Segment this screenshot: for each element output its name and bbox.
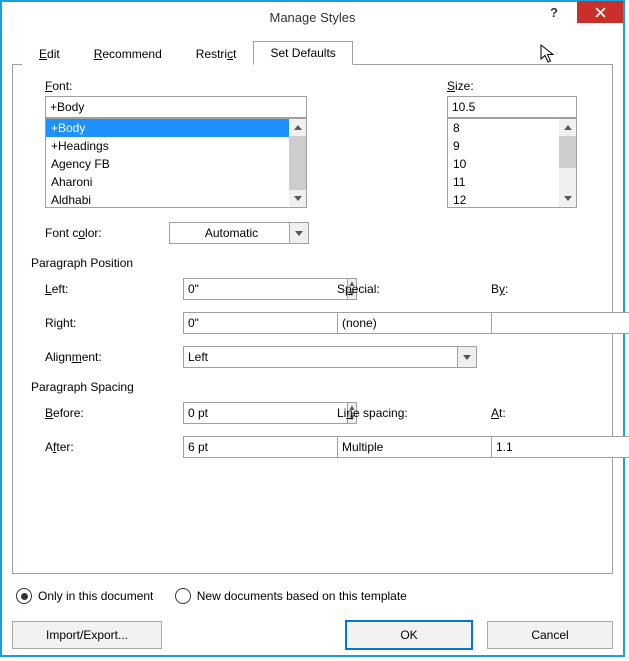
- radio-only-this-document[interactable]: Only in this document: [16, 588, 153, 604]
- font-option[interactable]: Aharoni: [46, 173, 289, 191]
- titlebar: Manage Styles ?: [2, 2, 623, 32]
- after-label: After:: [45, 440, 169, 454]
- close-icon: [595, 7, 606, 18]
- size-listbox[interactable]: 8 9 10 11 12: [447, 118, 577, 208]
- size-option[interactable]: 12: [448, 191, 559, 208]
- line-spacing-value[interactable]: [337, 436, 501, 458]
- left-label: Left:: [45, 282, 169, 296]
- size-option[interactable]: 8: [448, 119, 559, 137]
- after-spinner[interactable]: ▲▼: [183, 436, 323, 458]
- tab-set-defaults[interactable]: Set Defaults: [253, 41, 352, 65]
- content-area: Edit Recommend Restrict Set Defaults Fon…: [12, 38, 613, 645]
- font-input[interactable]: [45, 96, 307, 118]
- set-defaults-panel: Font: +Body +Headings Agency FB Aharoni …: [12, 64, 613, 574]
- font-label: Font:: [45, 79, 447, 93]
- size-option[interactable]: 10: [448, 155, 559, 173]
- ok-button[interactable]: OK: [345, 620, 473, 650]
- right-label: Right:: [45, 316, 169, 330]
- paragraph-position-label: Paragraph Position: [31, 256, 594, 270]
- radio-new-documents[interactable]: New documents based on this template: [175, 588, 407, 604]
- font-color-label: Font color:: [45, 226, 169, 240]
- manage-styles-dialog: Manage Styles ? Edit Recommend Restrict …: [0, 0, 625, 657]
- right-spinner[interactable]: ▲▼: [183, 312, 323, 334]
- special-dropdown[interactable]: [337, 312, 457, 334]
- font-color-dropdown[interactable]: Automatic: [169, 222, 309, 244]
- scope-group: Only in this document New documents base…: [16, 588, 613, 604]
- scroll-thumb[interactable]: [289, 136, 306, 192]
- font-option[interactable]: +Headings: [46, 137, 289, 155]
- font-option[interactable]: Agency FB: [46, 155, 289, 173]
- font-option[interactable]: Aldhabi: [46, 191, 289, 208]
- radio-dot-icon: [16, 588, 32, 604]
- tab-restrict[interactable]: Restrict: [179, 42, 254, 65]
- import-export-button[interactable]: Import/Export...: [12, 621, 162, 649]
- alignment-dropdown[interactable]: [183, 346, 477, 368]
- tab-bar: Edit Recommend Restrict Set Defaults: [22, 38, 613, 64]
- close-button[interactable]: [577, 1, 623, 23]
- radio-label: New documents based on this template: [197, 589, 407, 603]
- chevron-down-icon[interactable]: [457, 346, 477, 368]
- before-label: Before:: [45, 406, 169, 420]
- size-option[interactable]: 11: [448, 173, 559, 191]
- tab-recommend[interactable]: Recommend: [77, 42, 179, 65]
- paragraph-spacing-label: Paragraph Spacing: [31, 380, 594, 394]
- size-label: Size:: [447, 79, 577, 93]
- by-label: By:: [491, 282, 601, 296]
- alignment-value[interactable]: [183, 346, 457, 368]
- right-input[interactable]: [183, 312, 347, 334]
- chevron-down-icon[interactable]: [289, 222, 309, 244]
- at-label: At:: [491, 406, 601, 420]
- chevron-down-icon[interactable]: [289, 190, 306, 207]
- font-listbox[interactable]: +Body +Headings Agency FB Aharoni Aldhab…: [45, 118, 307, 208]
- dialog-title: Manage Styles: [2, 10, 623, 25]
- scrollbar[interactable]: [289, 119, 306, 207]
- special-label: Special:: [337, 282, 477, 296]
- at-spinner[interactable]: ▲▼: [491, 436, 601, 458]
- scroll-thumb[interactable]: [559, 136, 576, 168]
- left-spinner[interactable]: ▲▼: [183, 278, 323, 300]
- size-option[interactable]: 9: [448, 137, 559, 155]
- left-input[interactable]: [183, 278, 347, 300]
- font-color-value: Automatic: [169, 222, 289, 244]
- at-input[interactable]: [491, 436, 629, 458]
- alignment-label: Alignment:: [45, 350, 169, 364]
- cancel-button[interactable]: Cancel: [487, 621, 613, 649]
- special-value[interactable]: [337, 312, 501, 334]
- chevron-up-icon[interactable]: [559, 119, 576, 136]
- help-button[interactable]: ?: [531, 1, 577, 23]
- before-input[interactable]: [183, 402, 347, 424]
- radio-dot-icon: [175, 588, 191, 604]
- radio-label: Only in this document: [38, 589, 153, 603]
- size-input[interactable]: [447, 96, 577, 118]
- by-spinner[interactable]: ▲▼: [491, 312, 601, 334]
- tab-edit[interactable]: Edit: [22, 42, 77, 65]
- scrollbar[interactable]: [559, 119, 576, 207]
- chevron-down-icon[interactable]: [559, 190, 576, 207]
- font-option[interactable]: +Body: [46, 119, 289, 137]
- before-spinner[interactable]: ▲▼: [183, 402, 323, 424]
- after-input[interactable]: [183, 436, 347, 458]
- by-input[interactable]: [491, 312, 629, 334]
- line-spacing-label: Line spacing:: [337, 406, 477, 420]
- line-spacing-dropdown[interactable]: [337, 436, 457, 458]
- chevron-up-icon[interactable]: [289, 119, 306, 136]
